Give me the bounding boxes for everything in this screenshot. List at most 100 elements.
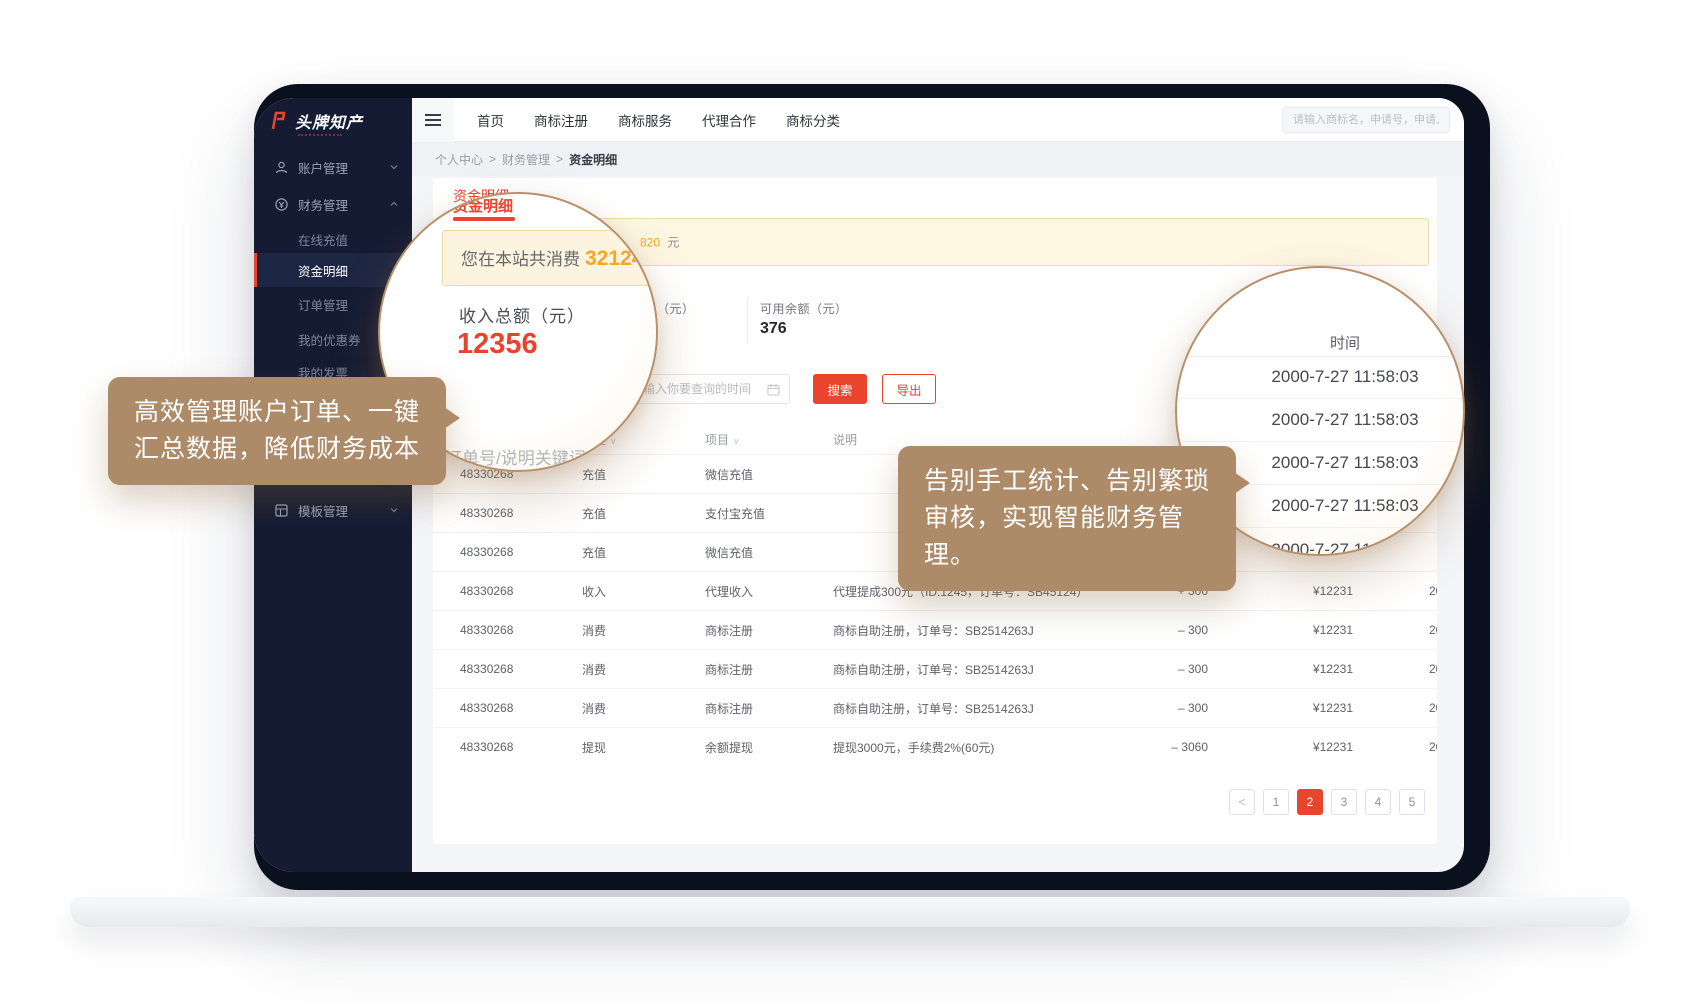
laptop-base — [70, 897, 1630, 927]
stat-middle-label: （元） — [657, 300, 695, 317]
user-icon — [274, 160, 289, 175]
pagination-page-1[interactable]: 1 — [1263, 789, 1289, 815]
cell-project: 商标注册 — [705, 622, 833, 639]
topbar: 首页 商标注册 商标服务 代理合作 商标分类 — [412, 98, 1464, 142]
cell-amount: – 300 — [1133, 701, 1208, 715]
nav-trademark-services[interactable]: 商标服务 — [603, 110, 687, 130]
header-project[interactable]: 项目∨ — [705, 431, 833, 448]
callout-left: 高效管理账户订单、一键 汇总数据，降低财务成本 — [108, 377, 446, 485]
magnified-tab-underline — [453, 217, 515, 221]
cell-balance: ¥12231 — [1208, 740, 1353, 754]
cell-type: 收入 — [582, 583, 705, 600]
main-nav: 首页 商标注册 商标服务 代理合作 商标分类 — [462, 98, 855, 142]
magnified-time-row: 2000-7-27 11:58:03 — [1177, 399, 1463, 442]
breadcrumb-current: 资金明细 — [569, 151, 617, 168]
pagination-page-4[interactable]: 4 — [1365, 789, 1391, 815]
cell-time: 2000-7-27 11:58:03 — [1353, 584, 1437, 598]
brand-logo-icon — [269, 111, 289, 131]
cell-balance: ¥12231 — [1208, 701, 1353, 715]
sidebar-item-label: 我的优惠券 — [298, 330, 361, 349]
cell-project: 微信充值 — [705, 466, 833, 483]
cell-balance: ¥12231 — [1208, 662, 1353, 676]
nav-home[interactable]: 首页 — [462, 110, 519, 130]
cell-project: 支付宝充值 — [705, 505, 833, 522]
cell-amount: – 300 — [1133, 662, 1208, 676]
header-description: 说明 — [833, 431, 1133, 448]
pagination-page-3[interactable]: 3 — [1331, 789, 1357, 815]
cell-type: 充值 — [582, 505, 705, 522]
pagination-prev-button[interactable]: < — [1229, 789, 1255, 815]
sidebar-item-account[interactable]: 账户管理 — [254, 150, 412, 184]
cell-balance: ¥12231 — [1208, 623, 1353, 637]
magnified-banner-text: 您在本站共消费32124大 — [461, 245, 658, 271]
balance-label: 可用余额（元） — [760, 300, 848, 317]
table-row: 48330268 消费 商标注册 商标自助注册，订单号：SB2514263J –… — [433, 688, 1437, 727]
nav-trademark-category[interactable]: 商标分类 — [771, 110, 855, 130]
pagination-page-2-active[interactable]: 2 — [1297, 789, 1323, 815]
nav-trademark-register[interactable]: 商标注册 — [519, 110, 603, 130]
cell-project: 微信充值 — [705, 544, 833, 561]
cell-order-no: 48330268 — [460, 584, 582, 598]
magnified-income-value: 12356 — [457, 328, 538, 361]
cell-description: 商标自助注册，订单号：SB2514263J — [833, 622, 1133, 639]
page: 头牌知产 账户管理 财务管理 — [0, 0, 1696, 1002]
cell-order-no: 48330268 — [460, 740, 582, 754]
magnified-tab-label: 资金明细 — [453, 195, 513, 216]
cell-description: 提现3000元，手续费2%(60元) — [833, 739, 1133, 756]
chevron-down-icon — [389, 162, 399, 172]
cell-amount: – 3060 — [1133, 740, 1208, 754]
table-row: 48330268 消费 商标注册 商标自助注册，订单号：SB2514263J –… — [433, 649, 1437, 688]
cell-type: 消费 — [582, 661, 705, 678]
date-query-input[interactable] — [632, 374, 790, 404]
search-button[interactable]: 搜索 — [813, 374, 867, 404]
sidebar-item-label: 在线充值 — [298, 230, 348, 249]
sidebar-item-label: 账户管理 — [298, 158, 348, 177]
cell-project: 余额提现 — [705, 739, 833, 756]
sidebar-item-label: 资金明细 — [298, 261, 348, 280]
magnified-time-header: 时间 — [1227, 332, 1463, 353]
cell-type: 消费 — [582, 700, 705, 717]
cell-time: 2000-7-27 11:58:03 — [1353, 701, 1437, 715]
magnified-banner-prefix: 您在本站共消费 — [461, 250, 580, 269]
sidebar-item-label: 模板管理 — [298, 501, 348, 520]
cell-description: 商标自助注册，订单号：SB2514263J — [833, 661, 1133, 678]
sidebar-item-finance[interactable]: 财务管理 — [254, 187, 412, 221]
cell-order-no: 48330268 — [460, 506, 582, 520]
cell-time: 2000-7-27 11:58:03 — [1353, 662, 1437, 676]
consumption-unit: 元 — [667, 236, 679, 250]
cell-project: 商标注册 — [705, 700, 833, 717]
breadcrumb-item[interactable]: 财务管理 — [502, 151, 550, 168]
cell-type: 充值 — [582, 466, 705, 483]
cell-description: 商标自助注册，订单号：SB2514263J — [833, 700, 1133, 717]
breadcrumb: 个人中心 > 财务管理 > 资金明细 — [412, 142, 1464, 176]
pagination-page-5[interactable]: 5 — [1399, 789, 1425, 815]
brand-name: 头牌知产 — [295, 109, 363, 133]
breadcrumb-separator: > — [489, 152, 496, 166]
sidebar-item-online-recharge[interactable]: 在线充值 — [254, 222, 412, 256]
stat-divider — [747, 298, 748, 344]
magnified-consumption-banner: 您在本站共消费32124大 — [442, 230, 658, 286]
trademark-search-input[interactable] — [1282, 107, 1450, 133]
cell-type: 消费 — [582, 622, 705, 639]
export-button[interactable]: 导出 — [882, 374, 936, 404]
finance-icon — [274, 197, 289, 212]
sort-caret-icon: ∨ — [733, 436, 740, 446]
template-icon — [274, 503, 289, 518]
table-row: 48330268 提现 余额提现 提现3000元，手续费2%(60元) – 30… — [433, 727, 1437, 766]
cell-amount: – 300 — [1133, 623, 1208, 637]
sidebar-item-templates[interactable]: 模板管理 — [254, 493, 412, 527]
cell-type: 提现 — [582, 739, 705, 756]
brand-tagline — [298, 134, 342, 136]
cell-time: 2000-7-27 11:58:03 — [1353, 740, 1437, 754]
hamburger-menu-icon[interactable] — [412, 98, 454, 142]
sidebar: 头牌知产 账户管理 财务管理 — [254, 98, 412, 872]
cell-project: 商标注册 — [705, 661, 833, 678]
cell-order-no: 48330268 — [460, 701, 582, 715]
chevron-down-icon — [389, 505, 399, 515]
callout-right: 告别手工统计、告别繁琐 审核，实现智能财务管 理。 — [898, 446, 1236, 591]
breadcrumb-item[interactable]: 个人中心 — [435, 151, 483, 168]
nav-agency[interactable]: 代理合作 — [687, 110, 771, 130]
magnified-column-header: 订单号/说明关键词 — [445, 444, 586, 469]
balance-value: 376 — [760, 320, 787, 338]
cell-order-no: 48330268 — [460, 623, 582, 637]
